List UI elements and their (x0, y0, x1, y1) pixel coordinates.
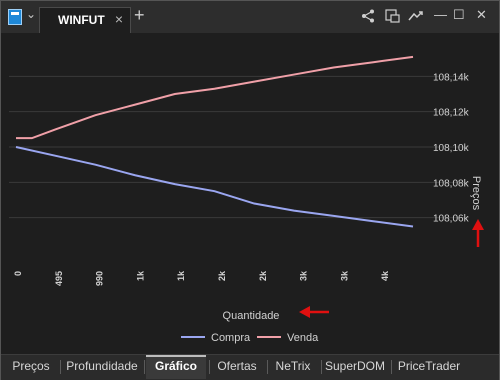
tab-profundidade[interactable]: Profundidade (63, 355, 141, 379)
arrow-annotation-x (299, 306, 329, 318)
x-axis-title: Quantidade (223, 310, 280, 322)
x-tick-label: 1k (176, 270, 186, 281)
tab-pricetrader[interactable]: PriceTrader (393, 355, 465, 379)
tab-superdom[interactable]: SuperDOM (323, 355, 387, 379)
x-axis-ticks: 0 495 990 1k 1k 2k 2k 3k 3k 4k (13, 270, 390, 286)
tab-netrix[interactable]: NeTrix (269, 355, 317, 379)
x-tick-label: 2k (258, 270, 268, 281)
tab-separator (321, 360, 322, 374)
y-tick-label: 108,08k (433, 178, 470, 189)
depth-chart: 108,06k 108,08k 108,10k 108,12k 108,14k 0 495… (9, 55, 484, 344)
tab-ofertas[interactable]: Ofertas (211, 355, 263, 379)
tab-separator (209, 360, 210, 374)
x-tick-label: 990 (95, 271, 105, 286)
tab-separator (267, 360, 268, 374)
legend-label-venda: Venda (287, 332, 319, 344)
tab-grafico[interactable]: Gráfico (146, 355, 206, 379)
tab-separator (60, 360, 61, 374)
series-line-venda (16, 55, 414, 140)
chart-series (15, 55, 414, 228)
y-tick-label: 108,14k (433, 72, 470, 83)
y-axis-title: Preços (470, 176, 482, 211)
arrow-annotation-y (472, 219, 484, 247)
x-tick-label: 4k (380, 270, 390, 281)
x-tick-label: 0 (13, 271, 23, 276)
tab-precos[interactable]: Preços (5, 355, 57, 379)
y-tick-label: 108,10k (433, 143, 470, 154)
x-tick-label: 3k (339, 270, 349, 281)
y-tick-label: 108,06k (433, 214, 470, 225)
y-tick-label: 108,12k (433, 108, 470, 119)
x-tick-label: 3k (299, 270, 309, 281)
x-tick-label: 2k (217, 270, 227, 281)
series-line-compra (15, 146, 414, 228)
tab-separator (144, 360, 145, 374)
x-tick-label: 495 (54, 271, 64, 286)
book-window: ⌄ WINFUT × + — ☐ ✕ 108,06k 108,08k 108,10k… (0, 0, 500, 380)
chart-legend: Compra Venda (181, 332, 319, 344)
y-axis-ticks: 108,06k 108,08k 108,10k 108,12k 108,14k (433, 72, 470, 224)
chart-grid (9, 75, 469, 219)
legend-label-compra: Compra (211, 332, 251, 344)
tab-separator (391, 360, 392, 374)
bottom-tab-bar: Preços Profundidade Gráfico Ofertas NeTr… (1, 354, 499, 380)
x-tick-label: 1k (135, 270, 145, 281)
